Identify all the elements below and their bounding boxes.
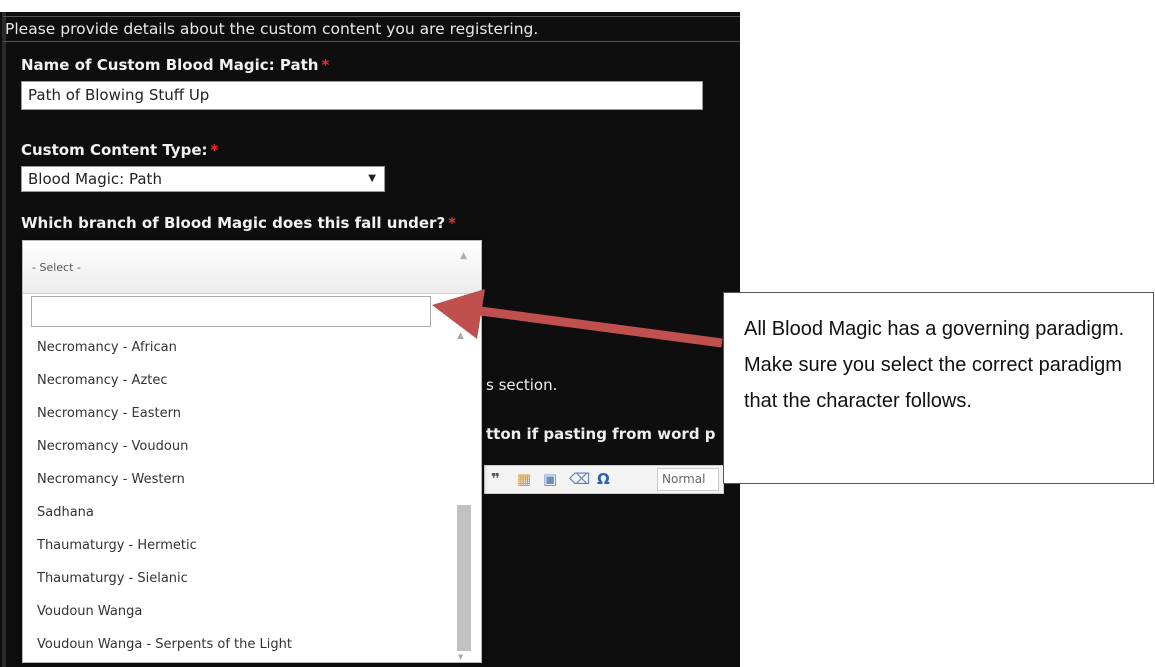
dropdown-option[interactable]: Voudoun Wanga - Serpents of the Light: [23, 628, 453, 661]
form-intro: Please provide details about the custom …: [3, 16, 740, 42]
section-text-peek: s section.: [486, 376, 558, 394]
dropdown-option[interactable]: Necromancy - Eastern: [23, 397, 453, 430]
dropdown-option[interactable]: Necromancy - African: [23, 331, 453, 364]
dropdown-option[interactable]: Necromancy - Aztec: [23, 364, 453, 397]
required-marker: *: [321, 56, 330, 74]
dropdown-search-input[interactable]: [31, 296, 431, 327]
type-label: Custom Content Type: *: [21, 141, 218, 159]
branch-label: Which branch of Blood Magic does this fa…: [21, 214, 456, 232]
branch-label-text: Which branch of Blood Magic does this fa…: [21, 214, 446, 232]
content-type-select[interactable]: Blood Magic: Path ▼: [21, 166, 385, 192]
editor-toolbar: ❞ ▦ ▣ ⌫ Ω Normal: [484, 465, 724, 494]
dropdown-option[interactable]: Necromancy - Western: [23, 463, 453, 496]
type-label-text: Custom Content Type:: [21, 141, 208, 159]
paste-word-icon[interactable]: ▣: [543, 470, 557, 488]
dropdown-option[interactable]: Necromancy - Voudoun: [23, 430, 453, 463]
panel-edge: [2, 12, 6, 667]
dropdown-option[interactable]: Sadhana: [23, 496, 453, 529]
dropdown-header[interactable]: - Select - ▲: [23, 241, 481, 294]
required-marker: *: [448, 214, 457, 232]
scroll-up-icon[interactable]: ▲: [457, 331, 464, 341]
dropdown-selected: - Select -: [32, 261, 81, 274]
special-char-icon[interactable]: Ω: [597, 470, 610, 488]
format-select[interactable]: Normal: [657, 468, 719, 491]
dropdown-option[interactable]: Voudoun Wanga: [23, 595, 453, 628]
dropdown-option[interactable]: Thaumaturgy - Hermetic: [23, 529, 453, 562]
quote-icon[interactable]: ❞: [491, 470, 500, 488]
chevron-down-icon: ▼: [368, 173, 376, 184]
chevron-up-icon: ▲: [460, 251, 467, 261]
scrollbar-thumb[interactable]: [457, 505, 471, 651]
dropdown-option[interactable]: Thaumaturgy - Sielanic: [23, 562, 453, 595]
name-label: Name of Custom Blood Magic: Path *: [21, 56, 329, 74]
image-icon[interactable]: ▦: [517, 470, 531, 488]
dropdown-scrollbar[interactable]: ▲ ▼: [455, 331, 471, 661]
name-label-text: Name of Custom Blood Magic: Path: [21, 56, 319, 74]
name-input[interactable]: Path of Blowing Stuff Up: [21, 81, 703, 110]
dropdown-options: Necromancy - African Necromancy - Aztec …: [23, 331, 453, 661]
content-type-value: Blood Magic: Path: [28, 170, 162, 188]
scroll-down-icon[interactable]: ▼: [458, 653, 463, 661]
branch-dropdown[interactable]: - Select - ▲ Necromancy - African Necrom…: [22, 240, 482, 663]
paste-text-peek: tton if pasting from word p: [486, 425, 716, 443]
required-marker: *: [210, 141, 219, 159]
eraser-icon[interactable]: ⌫: [569, 470, 590, 488]
annotation-callout: All Blood Magic has a governing paradigm…: [723, 292, 1154, 484]
